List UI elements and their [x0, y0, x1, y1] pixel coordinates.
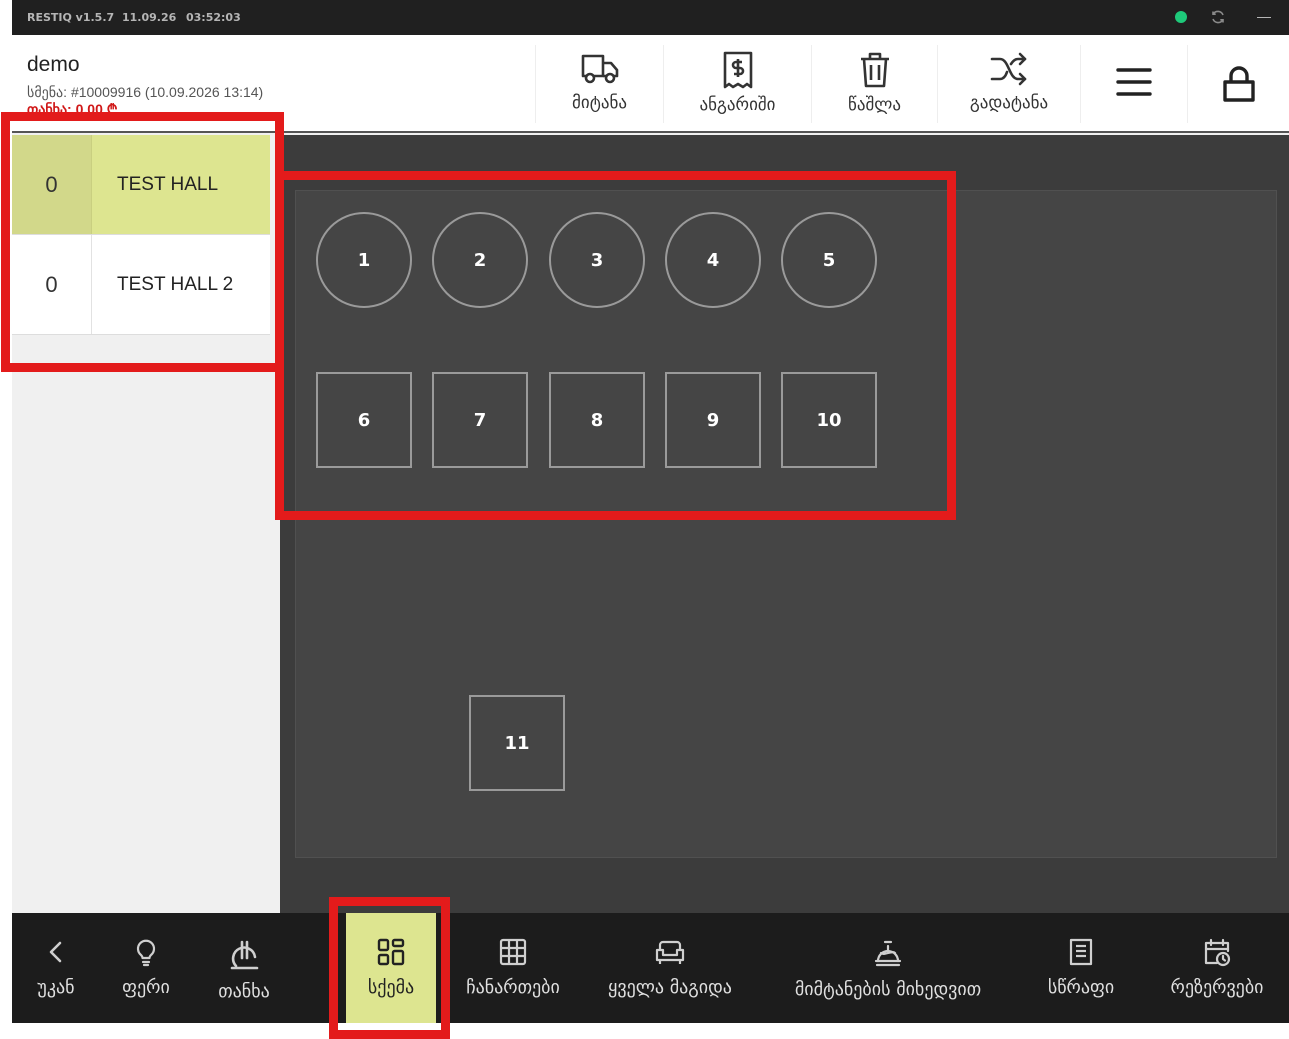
- table-grid-icon: [499, 938, 527, 966]
- minimize-icon[interactable]: [1257, 17, 1271, 18]
- hall-order-count: 0: [12, 135, 92, 234]
- table-6[interactable]: 6: [316, 372, 412, 468]
- delete-label: წაშლა: [848, 95, 901, 115]
- scheme-label: სქემა: [367, 977, 415, 998]
- quick-label: სწრაფი: [1047, 977, 1115, 998]
- transfer-label: გადატანა: [969, 93, 1049, 113]
- table-8[interactable]: 8: [549, 372, 645, 468]
- layout-grid-icon: [377, 938, 405, 966]
- trash-icon: [860, 52, 889, 88]
- shuffle-icon: [990, 52, 1027, 86]
- table-5[interactable]: 5: [781, 212, 877, 308]
- by-waiters-label: მიმტანების მიხედვით: [794, 979, 982, 1000]
- floor-plan-canvas: 1 2 3 4 5 6 7 8 9 10 11: [295, 190, 1277, 858]
- delivery-label: მიტანა: [572, 93, 627, 113]
- sync-icon[interactable]: [1210, 9, 1226, 25]
- table-10[interactable]: 10: [781, 372, 877, 468]
- back-label: უკან: [37, 977, 75, 998]
- lari-icon: [230, 940, 259, 970]
- hall-list: 0 TEST HALL 0 TEST HALL 2: [12, 135, 280, 913]
- by-waiters-button[interactable]: მიმტანების მიხედვით: [778, 913, 998, 1023]
- delivery-button[interactable]: მიტანა: [535, 45, 663, 123]
- app-window: RESTIQ v1.5.7 11.09.26 03:52:03 demo სმე…: [12, 0, 1289, 1023]
- hall-item-test-hall[interactable]: 0 TEST HALL: [12, 135, 270, 235]
- all-tables-label: ყველა მაგიდა: [608, 977, 732, 998]
- table-9[interactable]: 9: [665, 372, 761, 468]
- truck-icon: [581, 54, 618, 84]
- table-4[interactable]: 4: [665, 212, 761, 308]
- hall-name: TEST HALL: [117, 173, 219, 195]
- scheme-button[interactable]: სქემა: [346, 913, 436, 1023]
- color-label: ფერი: [122, 977, 170, 998]
- tabs-button[interactable]: ჩანართები: [448, 913, 578, 1023]
- receipt-icon: [723, 51, 752, 89]
- hall-name: TEST HALL 2: [117, 273, 234, 295]
- reservations-button[interactable]: რეზერვები: [1157, 913, 1277, 1023]
- chevron-left-icon: [49, 941, 62, 963]
- table-1[interactable]: 1: [316, 212, 412, 308]
- total-info: თანხა: 0.00 ₾: [27, 102, 118, 112]
- back-button[interactable]: უკან: [12, 913, 100, 1023]
- title-bar: RESTIQ v1.5.7 11.09.26 03:52:03: [12, 0, 1289, 35]
- table-7[interactable]: 7: [432, 372, 528, 468]
- floor-plan-area: 1 2 3 4 5 6 7 8 9 10 11: [280, 135, 1289, 913]
- lock-icon: [1222, 66, 1255, 102]
- table-3[interactable]: 3: [549, 212, 645, 308]
- hall-order-count: 0: [12, 235, 92, 334]
- all-tables-button[interactable]: ყველა მაგიდა: [595, 913, 745, 1023]
- quick-button[interactable]: სწრაფი: [1035, 913, 1127, 1023]
- color-button[interactable]: ფერი: [100, 913, 192, 1023]
- bottom-nav: უკან ფერი თანხა სქემა ჩანართები ყველა მა…: [12, 913, 1289, 1023]
- user-name: demo: [27, 53, 80, 76]
- header: demo სმენა: #10009916 (10.09.2026 13:14)…: [12, 35, 1289, 133]
- tabs-label: ჩანართები: [466, 977, 560, 998]
- lock-button[interactable]: [1187, 45, 1289, 123]
- bill-label: ანგარიში: [699, 95, 776, 115]
- hall-item-test-hall-2[interactable]: 0 TEST HALL 2: [12, 235, 270, 335]
- app-version: RESTIQ v1.5.7: [27, 11, 115, 24]
- document-icon: [1069, 938, 1093, 966]
- lightbulb-icon: [136, 939, 156, 967]
- sofa-icon: [655, 940, 685, 964]
- reservations-label: რეზერვები: [1170, 977, 1264, 998]
- amount-label: თანხა: [218, 981, 270, 1002]
- title-date: 11.09.26: [122, 11, 177, 24]
- connection-status-icon: [1175, 11, 1187, 23]
- calendar-clock-icon: [1204, 938, 1231, 967]
- table-11[interactable]: 11: [469, 695, 565, 791]
- amount-button[interactable]: თანხა: [192, 913, 296, 1023]
- menu-button[interactable]: [1080, 45, 1187, 123]
- transfer-button[interactable]: გადატანა: [937, 45, 1080, 123]
- bill-button[interactable]: ანგარიში: [663, 45, 811, 123]
- shift-info: სმენა: #10009916 (10.09.2026 13:14): [27, 84, 264, 100]
- delete-button[interactable]: წაშლა: [811, 45, 937, 123]
- waiter-icon: [874, 940, 902, 967]
- table-2[interactable]: 2: [432, 212, 528, 308]
- hamburger-menu-icon: [1116, 68, 1152, 96]
- title-time: 03:52:03: [186, 11, 241, 24]
